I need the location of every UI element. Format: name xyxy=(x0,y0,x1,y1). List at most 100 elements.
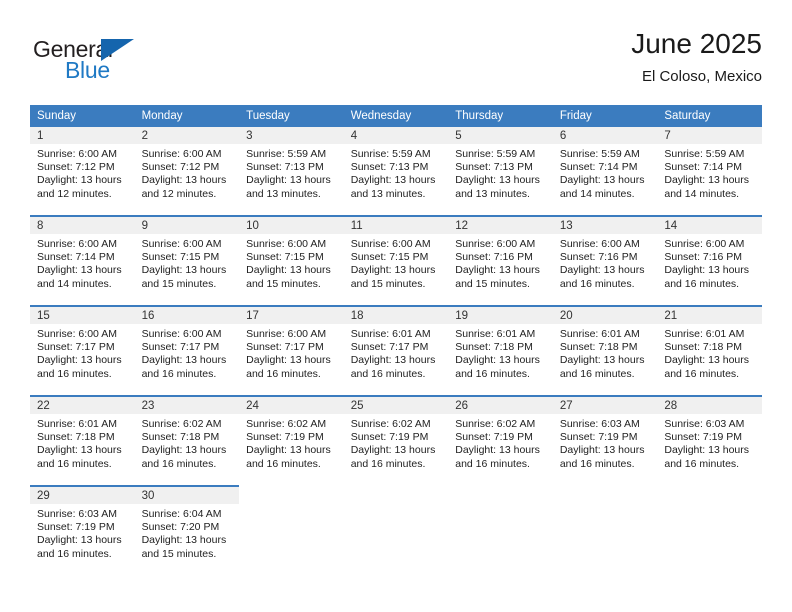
calendar-day-cell[interactable]: 1 Sunrise: 6:00 AM Sunset: 7:12 PM Daylight… xyxy=(30,127,135,216)
calendar-day-cell[interactable]: 18 Sunrise: 6:01 AM Sunset: 7:17 PM Dayligh… xyxy=(343,305,449,396)
daylight-duration-line2: and 13 minutes. xyxy=(350,187,426,200)
calendar-day-cell[interactable]: 21 Sunrise: 6:01 AM Sunset: 7:18 PM Dayligh… xyxy=(657,305,762,396)
sunrise-time: Sunrise: 6:01 AM xyxy=(664,328,745,340)
calendar-day-cell[interactable]: 15 Sunrise: 6:00 AM Sunset: 7:17 PM Dayligh… xyxy=(30,305,135,396)
calendar-day-cell[interactable]: 29 Sunrise: 6:03 AM Sunset: 7:19 PM Dayligh… xyxy=(30,485,135,575)
calendar-day-cell[interactable]: 8 Sunrise: 6:00 AM Sunset: 7:14 PM Daylight… xyxy=(30,215,135,306)
weekday-header-friday: Friday xyxy=(552,105,658,127)
calendar-day-cell[interactable]: 12 Sunrise: 6:00 AM Sunset: 7:16 PM Dayligh… xyxy=(448,215,553,306)
calendar-day-cell[interactable]: 19 Sunrise: 6:01 AM Sunset: 7:18 PM Dayligh… xyxy=(448,305,553,396)
calendar-day-cell[interactable]: 22 Sunrise: 6:01 AM Sunset: 7:18 PM Dayligh… xyxy=(30,395,135,486)
day-details: Sunrise: 6:00 AM Sunset: 7:17 PM Daylight:… xyxy=(30,324,135,381)
day-details: Sunrise: 6:01 AM Sunset: 7:18 PM Daylight:… xyxy=(553,324,658,381)
daylight-duration-line1: Daylight: 13 hours xyxy=(559,174,645,187)
day-number: 24 xyxy=(239,397,344,414)
sunset-time: Sunset: 7:19 PM xyxy=(664,431,743,444)
daylight-duration-line1: Daylight: 13 hours xyxy=(246,444,331,457)
sunset-time: Sunset: 7:14 PM xyxy=(559,161,638,174)
calendar-day-cell[interactable]: 5 Sunrise: 5:59 AM Sunset: 7:13 PM Daylight… xyxy=(448,127,553,216)
daylight-duration-line1: Daylight: 13 hours xyxy=(664,444,750,457)
sunset-time: Sunset: 7:13 PM xyxy=(246,161,324,174)
day-number: 7 xyxy=(657,127,762,144)
sunrise-time: Sunrise: 6:01 AM xyxy=(37,418,117,430)
sunrise-time: Sunrise: 6:01 AM xyxy=(350,328,431,340)
calendar-day-cell[interactable]: 25 Sunrise: 6:02 AM Sunset: 7:19 PM Dayligh… xyxy=(343,395,449,486)
calendar-day-cell[interactable]: 4 Sunrise: 5:59 AM Sunset: 7:13 PM Daylight… xyxy=(343,127,449,216)
daylight-duration-line1: Daylight: 13 hours xyxy=(37,354,122,367)
day-number: 20 xyxy=(552,307,658,324)
sunset-time: Sunset: 7:15 PM xyxy=(141,251,220,264)
daylight-duration-line2: and 16 minutes. xyxy=(350,367,426,380)
daylight-duration-line2: and 15 minutes. xyxy=(350,277,426,290)
calendar-day-cell[interactable]: 9 Sunrise: 6:00 AM Sunset: 7:15 PM Daylight… xyxy=(134,215,240,306)
calendar-day-cell[interactable]: 30 Sunrise: 6:04 AM Sunset: 7:20 PM Dayligh… xyxy=(134,485,240,575)
logo-text-blue: Blue xyxy=(65,57,110,83)
day-number: 5 xyxy=(448,127,553,144)
calendar-day-cell[interactable]: 20 Sunrise: 6:01 AM Sunset: 7:18 PM Dayligh… xyxy=(552,305,658,396)
daylight-duration-line2: and 14 minutes. xyxy=(664,187,740,200)
weekday-header-saturday: Saturday xyxy=(657,105,762,127)
daylight-duration-line1: Daylight: 13 hours xyxy=(350,264,436,277)
day-details: Sunrise: 6:03 AM Sunset: 7:19 PM Daylight:… xyxy=(30,504,135,561)
sunset-time: Sunset: 7:19 PM xyxy=(246,431,324,444)
day-number: 3 xyxy=(239,127,344,144)
daylight-duration-line2: and 14 minutes. xyxy=(559,187,635,200)
calendar-day-cell[interactable]: 3 Sunrise: 5:59 AM Sunset: 7:13 PM Daylight… xyxy=(239,127,344,216)
daylight-duration-line1: Daylight: 13 hours xyxy=(246,354,331,367)
daylight-duration-line1: Daylight: 13 hours xyxy=(37,534,122,547)
calendar-day-cell[interactable]: 10 Sunrise: 6:00 AM Sunset: 7:15 PM Dayligh… xyxy=(239,215,344,306)
sunset-time: Sunset: 7:17 PM xyxy=(246,341,324,354)
general-blue-logo[interactable]: General Blue xyxy=(33,36,163,92)
daylight-duration-line2: and 16 minutes. xyxy=(246,367,321,380)
daylight-duration-line2: and 13 minutes. xyxy=(246,187,321,200)
daylight-duration-line1: Daylight: 13 hours xyxy=(350,174,436,187)
sunrise-time: Sunrise: 6:00 AM xyxy=(141,328,222,340)
daylight-duration-line2: and 16 minutes. xyxy=(37,547,112,560)
calendar-day-cell[interactable]: 11 Sunrise: 6:00 AM Sunset: 7:15 PM Dayligh… xyxy=(343,215,449,306)
day-number: 4 xyxy=(343,127,449,144)
daylight-duration-line2: and 16 minutes. xyxy=(246,457,321,470)
sunrise-time: Sunrise: 6:00 AM xyxy=(455,238,536,250)
calendar-day-cell[interactable]: 13 Sunrise: 6:00 AM Sunset: 7:16 PM Dayligh… xyxy=(552,215,658,306)
daylight-duration-line2: and 16 minutes. xyxy=(664,277,740,290)
calendar-day-cell[interactable]: 26 Sunrise: 6:02 AM Sunset: 7:19 PM Dayligh… xyxy=(448,395,553,486)
day-details: Sunrise: 6:02 AM Sunset: 7:19 PM Daylight:… xyxy=(344,414,449,471)
day-details: Sunrise: 6:01 AM Sunset: 7:18 PM Daylight:… xyxy=(657,324,762,381)
daylight-duration-line1: Daylight: 13 hours xyxy=(664,264,750,277)
calendar-day-cell[interactable]: 16 Sunrise: 6:00 AM Sunset: 7:17 PM Dayligh… xyxy=(134,305,240,396)
daylight-duration-line1: Daylight: 13 hours xyxy=(664,354,750,367)
daylight-duration-line1: Daylight: 13 hours xyxy=(246,264,331,277)
daylight-duration-line2: and 15 minutes. xyxy=(455,277,530,290)
daylight-duration-line1: Daylight: 13 hours xyxy=(37,264,122,277)
daylight-duration-line2: and 16 minutes. xyxy=(37,367,112,380)
calendar-day-cell[interactable]: 6 Sunrise: 5:59 AM Sunset: 7:14 PM Daylight… xyxy=(552,127,658,216)
day-details: Sunrise: 6:01 AM Sunset: 7:17 PM Daylight:… xyxy=(344,324,449,381)
calendar-day-cell[interactable]: 7 Sunrise: 5:59 AM Sunset: 7:14 PM Daylight… xyxy=(657,127,762,216)
page-subtitle: El Coloso, Mexico xyxy=(641,68,762,85)
calendar-day-cell[interactable]: 2 Sunrise: 6:00 AM Sunset: 7:12 PM Daylight… xyxy=(134,127,240,216)
day-details: Sunrise: 6:00 AM Sunset: 7:16 PM Daylight:… xyxy=(553,234,658,291)
calendar-week-row: 22 Sunrise: 6:01 AM Sunset: 7:18 PM Dayligh… xyxy=(30,395,762,486)
daylight-duration-line2: and 12 minutes. xyxy=(37,187,112,200)
day-details: Sunrise: 6:04 AM Sunset: 7:20 PM Daylight:… xyxy=(135,504,240,561)
calendar-day-cell-empty xyxy=(552,485,658,575)
sunset-time: Sunset: 7:18 PM xyxy=(141,431,220,444)
calendar-day-cell[interactable]: 27 Sunrise: 6:03 AM Sunset: 7:19 PM Dayligh… xyxy=(552,395,658,486)
calendar-header-row: Sunday Monday Tuesday Wednesday Thursday… xyxy=(30,105,762,127)
day-details: Sunrise: 6:02 AM Sunset: 7:19 PM Daylight:… xyxy=(448,414,553,471)
daylight-duration-line2: and 16 minutes. xyxy=(37,457,112,470)
calendar-day-cell[interactable]: 14 Sunrise: 6:00 AM Sunset: 7:16 PM Dayligh… xyxy=(657,215,762,306)
daylight-duration-line1: Daylight: 13 hours xyxy=(37,444,122,457)
calendar-day-cell[interactable]: 23 Sunrise: 6:02 AM Sunset: 7:18 PM Dayligh… xyxy=(134,395,240,486)
daylight-duration-line2: and 15 minutes. xyxy=(141,277,217,290)
day-details: Sunrise: 5:59 AM Sunset: 7:14 PM Daylight:… xyxy=(553,144,658,201)
calendar-day-cell[interactable]: 17 Sunrise: 6:00 AM Sunset: 7:17 PM Dayligh… xyxy=(239,305,344,396)
calendar-week-row: 8 Sunrise: 6:00 AM Sunset: 7:14 PM Daylight… xyxy=(30,215,762,306)
calendar-day-cell[interactable]: 24 Sunrise: 6:02 AM Sunset: 7:19 PM Dayligh… xyxy=(239,395,344,486)
weekday-header-thursday: Thursday xyxy=(448,105,553,127)
calendar-page: General Blue June 2025 El Coloso, Mexico… xyxy=(0,0,792,612)
day-details: Sunrise: 6:00 AM Sunset: 7:17 PM Daylight:… xyxy=(239,324,344,381)
day-number: 23 xyxy=(134,397,240,414)
calendar-day-cell[interactable]: 28 Sunrise: 6:03 AM Sunset: 7:19 PM Dayligh… xyxy=(657,395,762,486)
sunrise-time: Sunrise: 6:03 AM xyxy=(664,418,745,430)
